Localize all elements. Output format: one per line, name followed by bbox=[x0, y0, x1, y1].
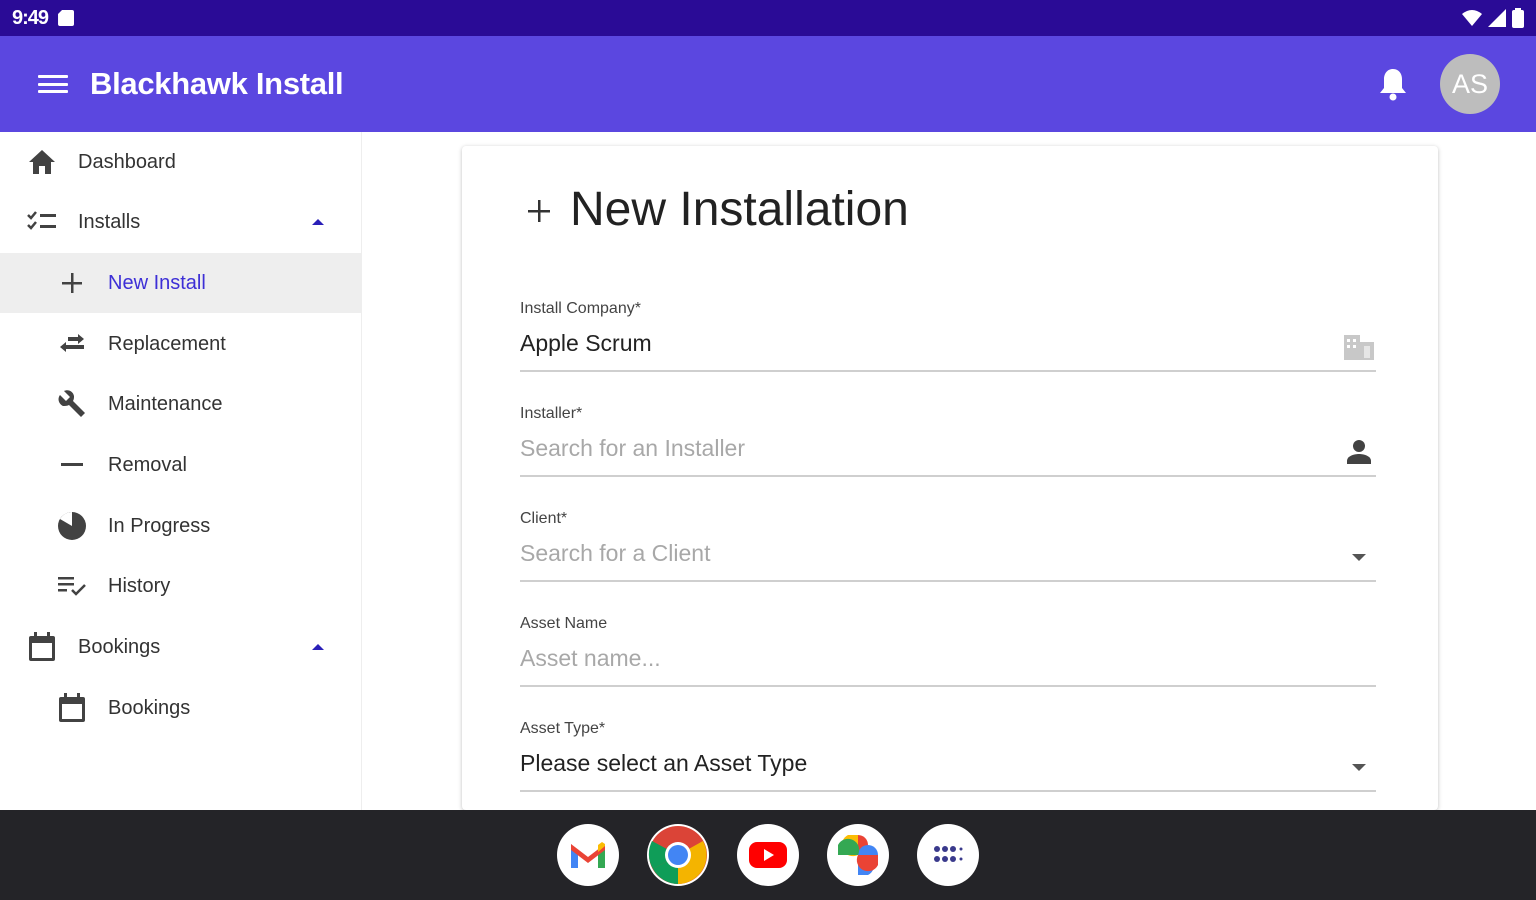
field-underline bbox=[520, 685, 1376, 687]
field-label: Asset Name bbox=[520, 615, 608, 632]
sidebar-item-replacement[interactable]: Replacement bbox=[0, 314, 362, 374]
field-underline bbox=[520, 790, 1376, 792]
collapse-icon[interactable] bbox=[312, 644, 324, 650]
sidebar-item-label: Installs bbox=[78, 210, 141, 233]
client-search-input[interactable] bbox=[520, 540, 1300, 567]
sidebar-item-dashboard[interactable]: Dashboard bbox=[0, 132, 362, 192]
app-title: Blackhawk Install bbox=[90, 66, 344, 101]
new-installation-card: New Installation Install Company* Instal… bbox=[462, 146, 1438, 810]
sidebar-item-label: Bookings bbox=[78, 635, 161, 658]
sidebar-item-installs[interactable]: Installs bbox=[0, 192, 362, 252]
sidebar-item-bookings-group[interactable]: Bookings bbox=[0, 617, 362, 677]
main-content: New Installation Install Company* Instal… bbox=[362, 132, 1536, 810]
asset-type-select[interactable]: Please select an Asset Type bbox=[520, 750, 1300, 777]
gmail-icon[interactable] bbox=[557, 824, 619, 886]
checklist-icon bbox=[27, 207, 57, 237]
field-label: Install Company* bbox=[520, 300, 641, 317]
asset-name-input[interactable] bbox=[520, 645, 1300, 672]
plus-icon bbox=[57, 268, 87, 298]
sidebar-item-in-progress[interactable]: In Progress bbox=[0, 496, 362, 556]
field-label: Installer* bbox=[520, 405, 583, 422]
install-company-field: Install Company* bbox=[520, 300, 1376, 392]
menu-icon[interactable] bbox=[36, 72, 70, 96]
sidebar-item-label: Bookings bbox=[108, 696, 191, 719]
company-icon bbox=[1342, 330, 1376, 364]
avatar[interactable]: AS bbox=[1440, 54, 1500, 114]
install-company-input[interactable] bbox=[520, 330, 1300, 357]
field-underline bbox=[520, 475, 1376, 477]
status-time: 9:49 bbox=[12, 6, 49, 29]
sd-card-icon bbox=[58, 10, 75, 26]
plus-icon bbox=[528, 200, 550, 222]
sidebar-item-new-install[interactable]: New Install bbox=[0, 253, 362, 313]
calendar-icon bbox=[57, 693, 87, 723]
sidebar-item-label: Maintenance bbox=[108, 392, 223, 415]
asset-type-field: Asset Type* Please select an Asset Type bbox=[520, 720, 1376, 812]
sidebar-item-bookings[interactable]: Bookings bbox=[0, 678, 362, 738]
home-icon bbox=[27, 147, 57, 177]
field-underline bbox=[520, 370, 1376, 372]
minus-icon bbox=[57, 450, 87, 480]
field-label: Client* bbox=[520, 510, 568, 527]
chrome-icon[interactable] bbox=[647, 824, 709, 886]
taskbar bbox=[0, 810, 1536, 900]
chevron-down-icon[interactable] bbox=[1342, 750, 1376, 784]
client-field: Client* bbox=[520, 510, 1376, 602]
sidebar-nav: Dashboard Installs New Install Replaceme… bbox=[0, 132, 362, 810]
page-title: New Installation bbox=[570, 183, 909, 236]
asset-name-field: Asset Name bbox=[520, 615, 1376, 707]
app-bar: Blackhawk Install AS bbox=[0, 36, 1536, 132]
signal-icon bbox=[1488, 9, 1506, 27]
collapse-icon[interactable] bbox=[312, 219, 324, 225]
person-icon bbox=[1342, 435, 1376, 469]
youtube-icon[interactable] bbox=[737, 824, 799, 886]
sidebar-item-history[interactable]: History bbox=[0, 556, 362, 616]
sidebar-item-label: In Progress bbox=[108, 514, 211, 537]
sidebar-item-label: Dashboard bbox=[78, 150, 176, 173]
pie-icon bbox=[57, 511, 87, 541]
sidebar-item-label: Removal bbox=[108, 453, 187, 476]
calendar-icon bbox=[27, 632, 57, 662]
sidebar-item-removal[interactable]: Removal bbox=[0, 435, 362, 495]
field-underline bbox=[520, 580, 1376, 582]
sidebar-item-label: New Install bbox=[108, 271, 206, 294]
sidebar-item-maintenance[interactable]: Maintenance bbox=[0, 374, 362, 434]
installer-search-input[interactable] bbox=[520, 435, 1300, 462]
sidebar-item-label: History bbox=[108, 574, 171, 597]
swap-icon bbox=[57, 329, 87, 359]
wrench-icon bbox=[57, 389, 87, 419]
status-icons bbox=[1462, 8, 1524, 28]
history-icon bbox=[57, 571, 87, 601]
sidebar-item-label: Replacement bbox=[108, 332, 226, 355]
installer-field: Installer* bbox=[520, 405, 1376, 497]
notification-bell-icon[interactable] bbox=[1378, 67, 1408, 101]
wifi-icon bbox=[1462, 10, 1482, 26]
photos-icon[interactable] bbox=[827, 824, 889, 886]
battery-icon bbox=[1512, 8, 1524, 28]
apps-icon[interactable] bbox=[917, 824, 979, 886]
status-bar: 9:49 bbox=[0, 0, 1536, 36]
field-label: Asset Type* bbox=[520, 720, 606, 737]
chevron-down-icon[interactable] bbox=[1342, 540, 1376, 574]
